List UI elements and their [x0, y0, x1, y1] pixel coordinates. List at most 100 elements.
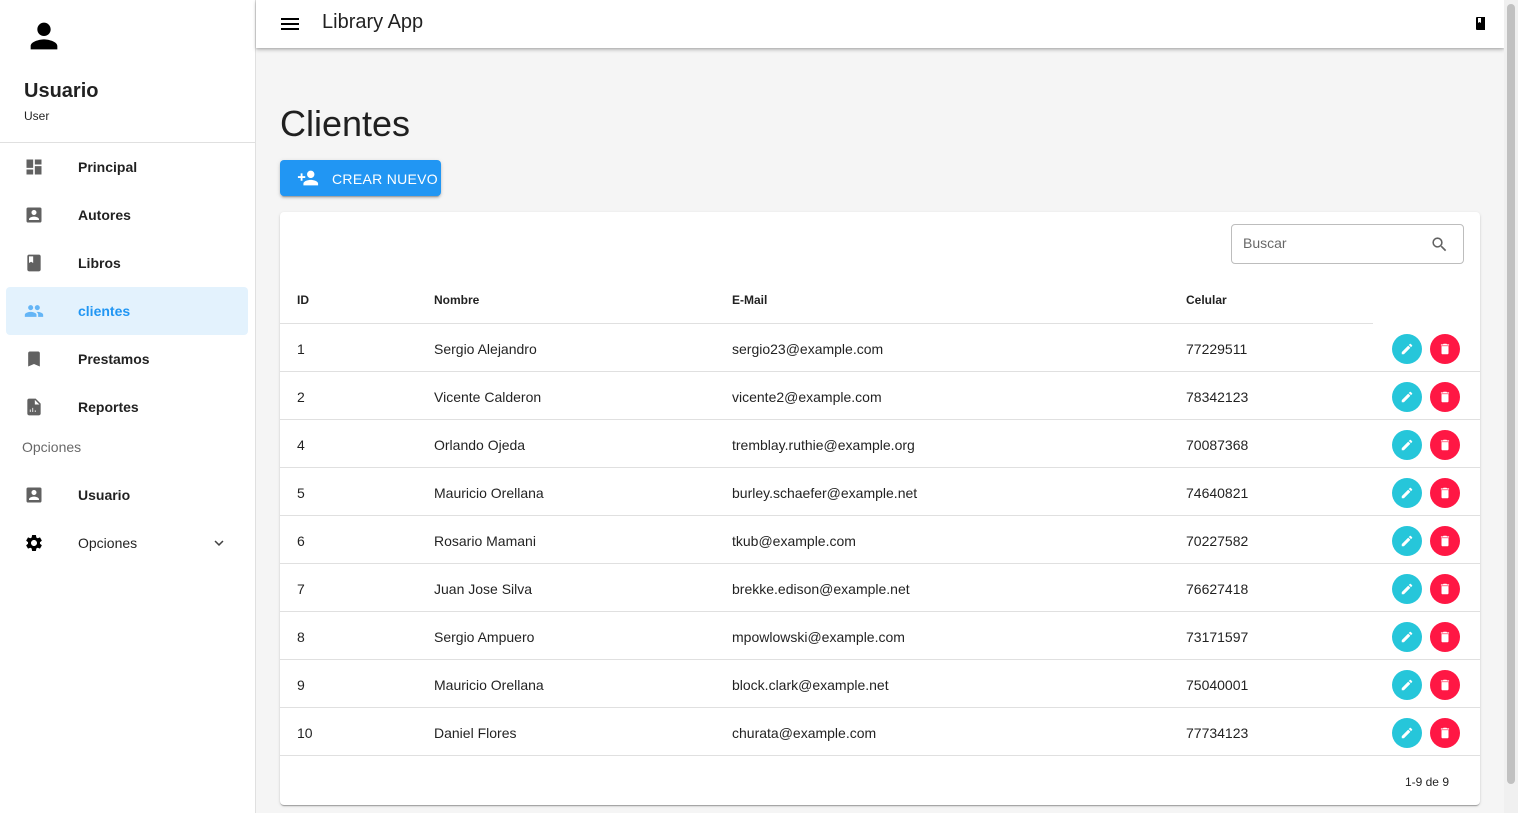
cell-email: vicente2@example.com — [732, 389, 882, 405]
edit-button[interactable] — [1392, 382, 1422, 412]
sidebar-item-usuario[interactable]: Usuario — [6, 471, 248, 519]
sidebar: Usuario User Principal Autores Libros cl… — [0, 0, 256, 813]
sidebar-item-principal[interactable]: Principal — [6, 143, 248, 191]
sidebar-item-prestamos[interactable]: Prestamos — [6, 335, 248, 383]
cell-email: burley.schaefer@example.net — [732, 485, 918, 501]
cell-nombre: Sergio Alejandro — [434, 341, 537, 357]
cell-nombre: Sergio Ampuero — [434, 629, 535, 645]
sidebar-item-autores[interactable]: Autores — [6, 191, 248, 239]
cell-id: 7 — [297, 581, 305, 597]
cell-celular: 73171597 — [1186, 629, 1249, 645]
cell-nombre: Mauricio Orellana — [434, 677, 544, 693]
chevron-down-icon — [214, 540, 224, 546]
table-row[interactable]: 4 Orlando Ojeda tremblay.ruthie@example.or… — [280, 420, 1480, 468]
table-row[interactable]: 6 Rosario Mamani tkub@example.com 70227582 — [280, 516, 1480, 564]
footer-divider — [280, 755, 1480, 756]
profile-name: Usuario — [24, 80, 99, 102]
column-header-celular[interactable]: Celular — [1186, 293, 1227, 307]
cell-nombre: Rosario Mamani — [434, 533, 536, 549]
cell-nombre: Daniel Flores — [434, 725, 517, 741]
edit-button[interactable] — [1392, 430, 1422, 460]
cell-email: block.clark@example.net — [732, 677, 889, 693]
edit-button[interactable] — [1392, 478, 1422, 508]
app-title: Library App — [322, 11, 424, 33]
page-title: Clientes — [280, 103, 411, 144]
scrollbar-thumb[interactable] — [1507, 4, 1515, 784]
people-icon — [24, 305, 44, 317]
menu-icon[interactable] — [278, 12, 302, 36]
account-box-icon — [26, 487, 42, 503]
cell-nombre: Juan Jose Silva — [434, 581, 533, 597]
cell-id: 1 — [297, 341, 305, 357]
table-row[interactable]: 9 Mauricio Orellana block.clark@example.ne… — [280, 660, 1480, 708]
create-new-label: CREAR NUEVO — [332, 171, 438, 187]
delete-button[interactable] — [1430, 574, 1460, 604]
delete-button[interactable] — [1430, 526, 1460, 556]
cell-id: 10 — [297, 725, 313, 741]
cell-nombre: Mauricio Orellana — [434, 485, 544, 501]
cell-id: 6 — [297, 533, 305, 549]
cell-celular: 77229511 — [1186, 341, 1248, 357]
gear-icon — [26, 535, 42, 551]
profile-role: User — [24, 109, 50, 123]
cell-nombre: Orlando Ojeda — [434, 437, 526, 453]
edit-button[interactable] — [1392, 574, 1422, 604]
delete-button[interactable] — [1430, 718, 1460, 748]
create-new-button[interactable]: CREAR NUEVO — [280, 160, 441, 196]
cell-id: 9 — [297, 677, 305, 693]
report-icon — [27, 398, 41, 416]
cell-celular: 77734123 — [1186, 725, 1249, 741]
delete-button[interactable] — [1430, 622, 1460, 652]
table-row[interactable]: 7 Juan Jose Silva brekke.edison@example.ne… — [280, 564, 1480, 612]
table-row[interactable]: 8 Sergio Ampuero mpowlowski@example.com 731… — [280, 612, 1480, 660]
delete-button[interactable] — [1430, 334, 1460, 364]
book-icon[interactable] — [1476, 17, 1486, 30]
column-header-id[interactable]: ID — [297, 293, 309, 307]
delete-button[interactable] — [1430, 670, 1460, 700]
edit-button[interactable] — [1392, 718, 1422, 748]
column-header-nombre[interactable]: Nombre — [434, 293, 479, 307]
table-row[interactable]: 5 Mauricio Orellana burley.schaefer@exampl… — [280, 468, 1480, 516]
sidebar-item-label: Prestamos — [78, 351, 150, 367]
cell-celular: 75040001 — [1186, 677, 1249, 693]
account-box-icon — [26, 207, 42, 223]
edit-button[interactable] — [1392, 670, 1422, 700]
sidebar-item-label: Usuario — [78, 487, 131, 503]
cell-celular: 76627418 — [1186, 581, 1249, 597]
person-add-icon — [297, 170, 319, 186]
sidebar-item-label: clientes — [78, 303, 131, 319]
cell-email: churata@example.com — [732, 725, 877, 741]
delete-button[interactable] — [1430, 430, 1460, 460]
search-input[interactable] — [1243, 235, 1423, 251]
edit-button[interactable] — [1392, 334, 1422, 364]
cell-id: 5 — [297, 485, 305, 501]
pagination-text: 1-9 de 9 — [1404, 775, 1449, 789]
edit-button[interactable] — [1392, 526, 1422, 556]
sidebar-item-clientes[interactable]: clientes — [6, 287, 248, 335]
scrollbar[interactable] — [1504, 0, 1518, 813]
cell-id: 8 — [297, 629, 305, 645]
clients-table-card: ID Nombre E-Mail Celular 1 Sergio Alejand… — [280, 212, 1480, 805]
app-bar: Library App — [256, 0, 1504, 48]
sidebar-item-reportes[interactable]: Reportes — [6, 383, 248, 431]
column-header-email[interactable]: E-Mail — [732, 293, 767, 307]
cell-email: tremblay.ruthie@example.org — [732, 437, 915, 453]
sidebar-item-libros[interactable]: Libros — [6, 239, 248, 287]
dashboard-icon — [26, 159, 42, 175]
book-icon — [27, 254, 41, 272]
sidebar-item-label: Principal — [78, 159, 138, 175]
sidebar-item-label: Autores — [78, 207, 131, 223]
table-row[interactable]: 10 Daniel Flores churata@example.com 777341… — [280, 708, 1480, 756]
cell-id: 4 — [297, 437, 305, 453]
table-row[interactable]: 2 Vicente Calderon vicente2@example.com 783… — [280, 372, 1480, 420]
sidebar-item-opciones[interactable]: Opciones — [6, 519, 248, 567]
delete-button[interactable] — [1430, 478, 1460, 508]
search-field[interactable] — [1231, 224, 1464, 264]
cell-email: mpowlowski@example.com — [732, 629, 905, 645]
edit-button[interactable] — [1392, 622, 1422, 652]
cell-email: sergio23@example.com — [732, 341, 884, 357]
table-row[interactable]: 1 Sergio Alejandro sergio23@example.com 772… — [280, 324, 1480, 372]
search-icon[interactable] — [1430, 235, 1449, 254]
section-header-opciones: Opciones — [22, 439, 82, 455]
delete-button[interactable] — [1430, 382, 1460, 412]
